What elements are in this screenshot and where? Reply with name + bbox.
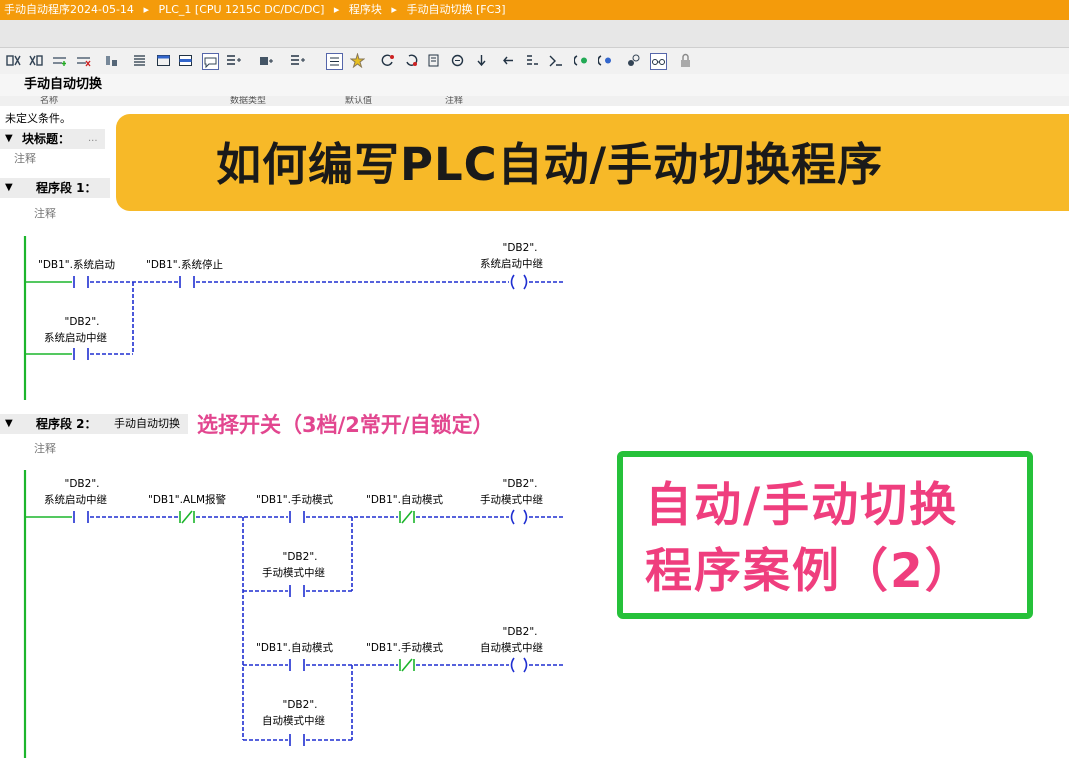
tag-db1-system-start[interactable]: "DB1".系统启动: [38, 257, 115, 272]
contact-no-symbol: [289, 511, 305, 523]
contact-nc-symbol: [399, 658, 415, 672]
tag-db2-manual-mode-relay[interactable]: 手动模式中继: [262, 565, 325, 580]
tag-db2-system-start-relay[interactable]: 系统启动中继: [44, 492, 107, 507]
tag-db2-prefix[interactable]: "DB2".: [500, 626, 540, 638]
tag-db2-system-start-relay[interactable]: 系统启动中继: [44, 330, 107, 345]
tag-db1-manual-mode[interactable]: "DB1".手动模式: [366, 640, 443, 655]
contact-no-symbol: [179, 276, 195, 288]
contact-no-symbol: [289, 659, 305, 671]
tag-db2-auto-mode-relay[interactable]: 自动模式中继: [262, 713, 325, 728]
contact-nc-symbol: [399, 510, 415, 524]
tag-db1-auto-mode[interactable]: "DB1".自动模式: [256, 640, 333, 655]
contact-no-symbol: [289, 734, 305, 746]
coil-symbol: [510, 509, 528, 525]
case-title-line1: 自动/手动切换: [645, 478, 959, 533]
case-title-line2: 程序案例（2）: [645, 544, 974, 599]
tag-db1-alm-alarm[interactable]: "DB1".ALM报警: [148, 492, 226, 507]
tag-db2-manual-mode-relay[interactable]: 手动模式中继: [480, 492, 543, 507]
contact-no-symbol: [73, 511, 89, 523]
contact-nc-symbol: [179, 510, 195, 524]
tag-db2-prefix[interactable]: "DB2".: [280, 699, 320, 711]
tag-db1-manual-mode[interactable]: "DB1".手动模式: [256, 492, 333, 507]
contact-no-symbol: [73, 276, 89, 288]
tag-db1-system-stop[interactable]: "DB1".系统停止: [146, 257, 223, 272]
coil-symbol: [510, 657, 528, 673]
coil-symbol: [510, 274, 528, 290]
contact-no-symbol: [73, 348, 89, 360]
tag-db2-prefix[interactable]: "DB2".: [500, 478, 540, 490]
contact-no-symbol: [289, 585, 305, 597]
tag-db2-prefix[interactable]: "DB2".: [280, 551, 320, 563]
tag-db2-prefix[interactable]: "DB2".: [500, 242, 540, 254]
tag-db2-system-start-relay[interactable]: 系统启动中继: [480, 256, 543, 271]
tag-db2-prefix[interactable]: "DB2".: [62, 478, 102, 490]
tag-db2-auto-mode-relay[interactable]: 自动模式中继: [480, 640, 543, 655]
tag-db2-prefix[interactable]: "DB2".: [62, 316, 102, 328]
tag-db1-auto-mode[interactable]: "DB1".自动模式: [366, 492, 443, 507]
